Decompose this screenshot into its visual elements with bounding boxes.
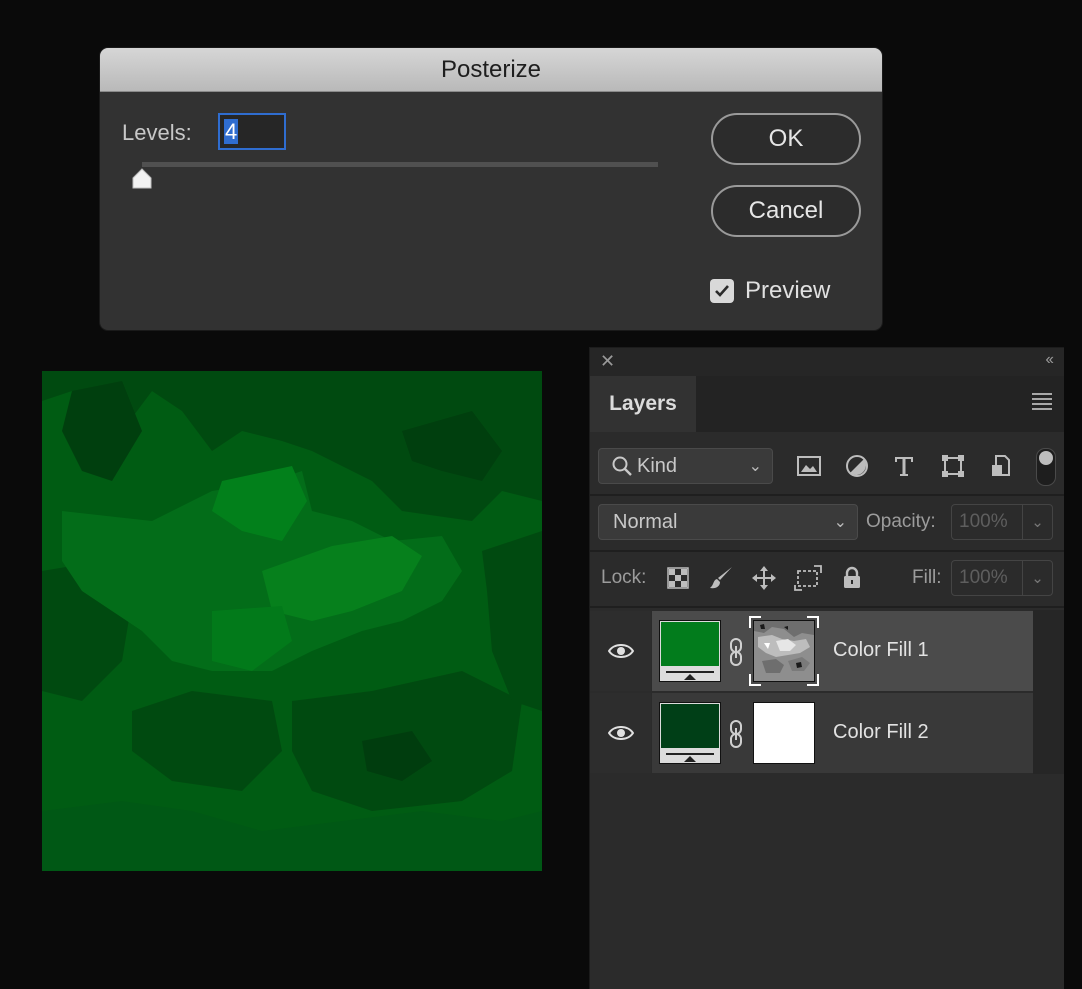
chevron-down-icon: ⌄	[748, 458, 762, 475]
opacity-value: 100%	[959, 511, 1008, 532]
kind-filter-select[interactable]: Kind ⌄	[598, 448, 773, 484]
posterize-dialog: Posterize Levels: 4 OK Cancel Preview	[100, 48, 882, 330]
collapse-icon[interactable]: ‹‹	[1045, 351, 1054, 369]
thumb-slider-icon	[684, 674, 696, 680]
filter-row: Kind ⌄	[590, 448, 1064, 488]
panel-menu-icon[interactable]	[1032, 393, 1052, 413]
opacity-dropdown[interactable]: ⌄	[1023, 504, 1053, 540]
preview-checkbox[interactable]	[710, 279, 734, 303]
chevron-down-icon: ⌄	[1031, 570, 1044, 587]
close-icon[interactable]: ✕	[600, 351, 615, 372]
lock-transparent-pixels-icon[interactable]	[664, 564, 692, 592]
eye-icon	[607, 644, 634, 658]
ok-button[interactable]: OK	[711, 113, 861, 165]
panel-tab-row: Layers	[590, 376, 1064, 432]
preview-option[interactable]: Preview	[710, 277, 830, 305]
thumb-bar	[666, 671, 714, 673]
thumb-bar	[666, 753, 714, 755]
fill-dropdown[interactable]: ⌄	[1023, 560, 1053, 596]
checkmark-icon	[715, 285, 729, 297]
opacity-field[interactable]: 100%	[951, 504, 1023, 540]
dialog-title: Posterize	[440, 55, 542, 83]
levels-label: Levels:	[122, 120, 192, 145]
lock-label: Lock:	[601, 567, 647, 588]
layer-fill-thumbnail[interactable]	[659, 620, 721, 682]
blend-row: Normal ⌄ Opacity: 100% ⌄	[590, 504, 1064, 544]
divider	[590, 494, 1064, 496]
fill-color-swatch	[661, 622, 719, 666]
thumb-slider-icon	[684, 756, 696, 762]
levels-slider-track[interactable]	[142, 162, 658, 167]
layer-name[interactable]: Color Fill 1	[833, 639, 929, 662]
lock-image-pixels-icon[interactable]	[707, 564, 735, 592]
image-filter-icon[interactable]	[795, 452, 823, 480]
divider	[590, 550, 1064, 552]
layer-row-color-fill-1[interactable]: Color Fill 1	[590, 611, 1033, 691]
layer-body[interactable]: Color Fill 1	[652, 611, 1033, 691]
adjustment-filter-icon[interactable]	[843, 452, 871, 480]
blend-mode-value: Normal	[613, 510, 678, 533]
link-icon[interactable]	[728, 719, 744, 749]
type-filter-icon[interactable]	[890, 452, 918, 480]
visibility-toggle[interactable]	[590, 611, 651, 691]
layer-row-color-fill-2[interactable]: Color Fill 2	[590, 693, 1033, 773]
shape-filter-icon[interactable]	[939, 452, 967, 480]
layers-panel: ✕ ‹‹ Layers Kind ⌄ Normal ⌄ Opacity: 100…	[589, 347, 1064, 989]
eye-icon	[607, 726, 634, 740]
kind-filter-label: Kind	[637, 454, 678, 477]
fill-label: Fill:	[912, 567, 942, 588]
layer-body[interactable]: Color Fill 2	[652, 693, 1033, 773]
lock-artboard-icon[interactable]	[794, 564, 822, 592]
fill-color-swatch	[661, 704, 719, 748]
levels-slider-thumb[interactable]	[131, 168, 153, 190]
search-icon	[612, 456, 632, 476]
filter-toggle[interactable]	[1036, 448, 1056, 486]
layer-fill-thumbnail[interactable]	[659, 702, 721, 764]
lock-row: Lock: Fill: 100% ⌄	[590, 560, 1064, 600]
preview-label: Preview	[745, 277, 831, 304]
levels-value: 4	[224, 119, 239, 144]
canvas-image	[42, 371, 542, 871]
divider	[590, 606, 1064, 608]
smart-object-filter-icon[interactable]	[987, 452, 1015, 480]
cancel-button[interactable]: Cancel	[711, 185, 861, 237]
dialog-titlebar[interactable]: Posterize	[100, 48, 882, 92]
chevron-down-icon: ⌄	[833, 514, 847, 531]
tab-layers[interactable]: Layers	[590, 376, 696, 432]
blend-mode-select[interactable]: Normal ⌄	[598, 504, 858, 540]
visibility-toggle[interactable]	[590, 693, 651, 773]
panel-scroll-strip[interactable]	[1033, 610, 1064, 774]
mask-selected-frame	[749, 616, 819, 686]
panel-topbar[interactable]: ✕ ‹‹	[590, 348, 1064, 376]
layer-name[interactable]: Color Fill 2	[833, 721, 929, 744]
fill-field[interactable]: 100%	[951, 560, 1023, 596]
fill-value: 100%	[959, 567, 1008, 588]
opacity-label: Opacity:	[866, 511, 936, 532]
chevron-down-icon: ⌄	[1031, 514, 1044, 531]
link-icon[interactable]	[728, 637, 744, 667]
lock-position-icon[interactable]	[750, 564, 778, 592]
document-canvas[interactable]	[42, 371, 542, 871]
lock-all-icon[interactable]	[838, 564, 866, 592]
levels-input[interactable]: 4	[218, 113, 286, 150]
layer-mask-thumbnail[interactable]	[753, 702, 815, 764]
